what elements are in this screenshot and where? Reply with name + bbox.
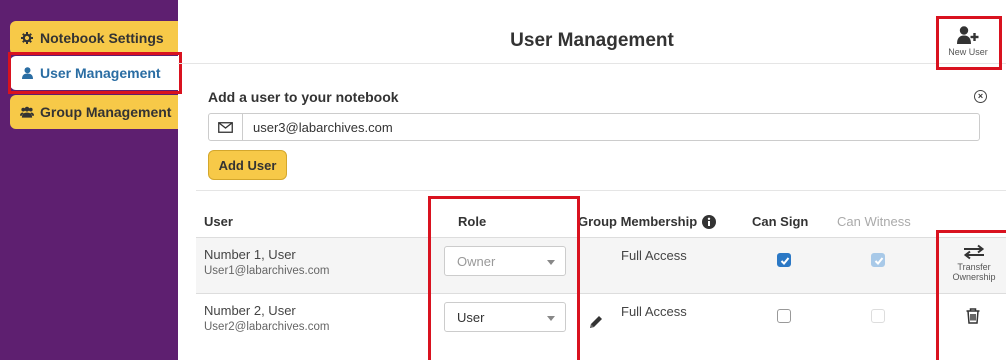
user-name: Number 1, User [204, 247, 296, 262]
email-field[interactable] [208, 113, 980, 141]
table-row: Number 1, User User1@labarchives.com Own… [196, 237, 1006, 293]
add-user-heading: Add a user to your notebook [208, 89, 399, 105]
close-icon[interactable]: × [974, 90, 987, 103]
info-icon[interactable] [702, 214, 717, 229]
can-witness-checkbox [871, 309, 885, 323]
divider [196, 190, 1006, 191]
column-header-can-sign: Can Sign [752, 214, 809, 229]
user-email: User2@labarchives.com [204, 321, 330, 333]
user-email: User1@labarchives.com [204, 265, 330, 277]
column-header-can-witness: Can Witness [837, 214, 911, 229]
sidebar-item-label: Group Management [40, 104, 172, 120]
table-row: Number 2, User User2@labarchives.com Use… [196, 293, 1006, 349]
email-input[interactable] [243, 119, 963, 135]
column-header-user: User [204, 214, 233, 229]
users-icon [20, 106, 34, 118]
envelope-icon [209, 114, 243, 140]
gear-icon [20, 32, 34, 44]
page-title: User Management [510, 30, 674, 51]
add-user-button[interactable]: Add User [208, 150, 287, 180]
page-header: User Management New User [178, 18, 1006, 64]
check-icon [874, 257, 884, 265]
group-membership-value: Full Access [621, 304, 687, 319]
highlight-box-new-user [936, 16, 1002, 70]
sidebar-item-group-management[interactable]: Group Management [10, 95, 178, 129]
can-sign-checkbox[interactable] [777, 309, 791, 323]
sidebar-item-notebook-settings[interactable]: Notebook Settings [10, 21, 178, 55]
pencil-icon[interactable] [588, 314, 604, 335]
column-header-group-membership: Group Membership [578, 214, 717, 229]
highlight-box-role [428, 196, 580, 360]
can-sign-checkbox[interactable] [777, 253, 791, 267]
column-header-label: Group Membership [578, 214, 698, 229]
group-membership-value: Full Access [621, 248, 687, 263]
can-witness-checkbox [871, 253, 885, 267]
highlight-box-sidebar [8, 52, 182, 94]
sidebar-item-label: Notebook Settings [40, 30, 164, 46]
user-name: Number 2, User [204, 303, 296, 318]
highlight-box-actions [936, 230, 1006, 360]
check-icon [780, 257, 790, 265]
